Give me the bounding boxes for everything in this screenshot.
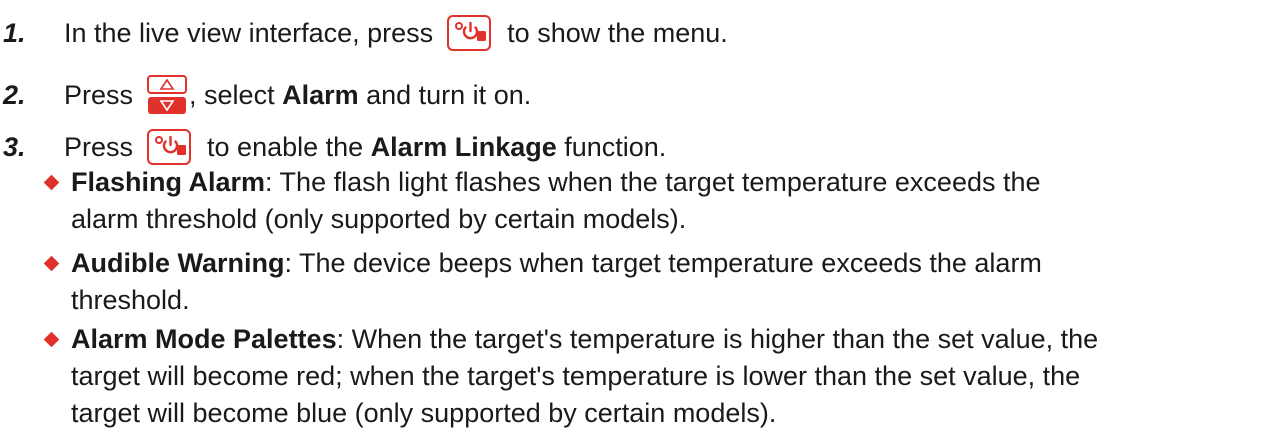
step-text: In the live view interface, press to sho…: [64, 15, 728, 51]
option-description: Alarm Mode Palettes: When the target's t…: [71, 321, 1271, 432]
step-number: 1.: [3, 17, 26, 48]
option-title: Alarm Mode Palettes: [71, 324, 337, 354]
option-text: threshold.: [71, 285, 190, 315]
option-text: : When the target's temperature is highe…: [336, 324, 1099, 354]
step-text-mid: to enable the: [207, 131, 371, 162]
step-number: 2.: [3, 79, 26, 110]
step-text: Press , select Alarm and turn it on.: [64, 75, 531, 115]
step-text-before: In the live view interface, press: [64, 17, 434, 48]
power-button-icon: [447, 15, 492, 51]
step-text-before: Press: [64, 79, 134, 110]
step-text-after: to show the menu.: [507, 17, 728, 48]
option-description: Flashing Alarm: The flash light flashes …: [71, 164, 1271, 238]
option-title: Flashing Alarm: [71, 167, 266, 197]
diamond-bullet-icon: [43, 331, 60, 348]
step-keyword: Alarm: [282, 79, 359, 110]
option-text: : The flash light flashes when the targe…: [265, 167, 1041, 197]
step-text-after: and turn it on.: [358, 79, 532, 110]
step-text-before: Press: [64, 131, 134, 162]
manual-section: 1. In the live view interface, press to …: [0, 0, 1284, 435]
option-text: alarm threshold (only supported by certa…: [71, 204, 687, 234]
option-description: Audible Warning: The device beeps when t…: [71, 245, 1271, 319]
option-text: target will become blue (only supported …: [71, 398, 777, 428]
up-down-button-icon: [147, 75, 188, 115]
step-text: Press to enable the Alarm Linkage functi…: [64, 129, 666, 165]
diamond-bullet-icon: [43, 174, 60, 191]
step-text-after: function.: [556, 131, 667, 162]
step-number: 3.: [3, 131, 26, 162]
diamond-bullet-icon: [43, 255, 60, 272]
option-text: : The device beeps when target temperatu…: [284, 248, 1042, 278]
step-keyword: Alarm Linkage: [370, 131, 557, 162]
option-title: Audible Warning: [71, 248, 285, 278]
option-text: target will become red; when the target'…: [71, 361, 1081, 391]
step-text-mid: , select: [189, 79, 283, 110]
power-button-icon: [147, 129, 192, 165]
